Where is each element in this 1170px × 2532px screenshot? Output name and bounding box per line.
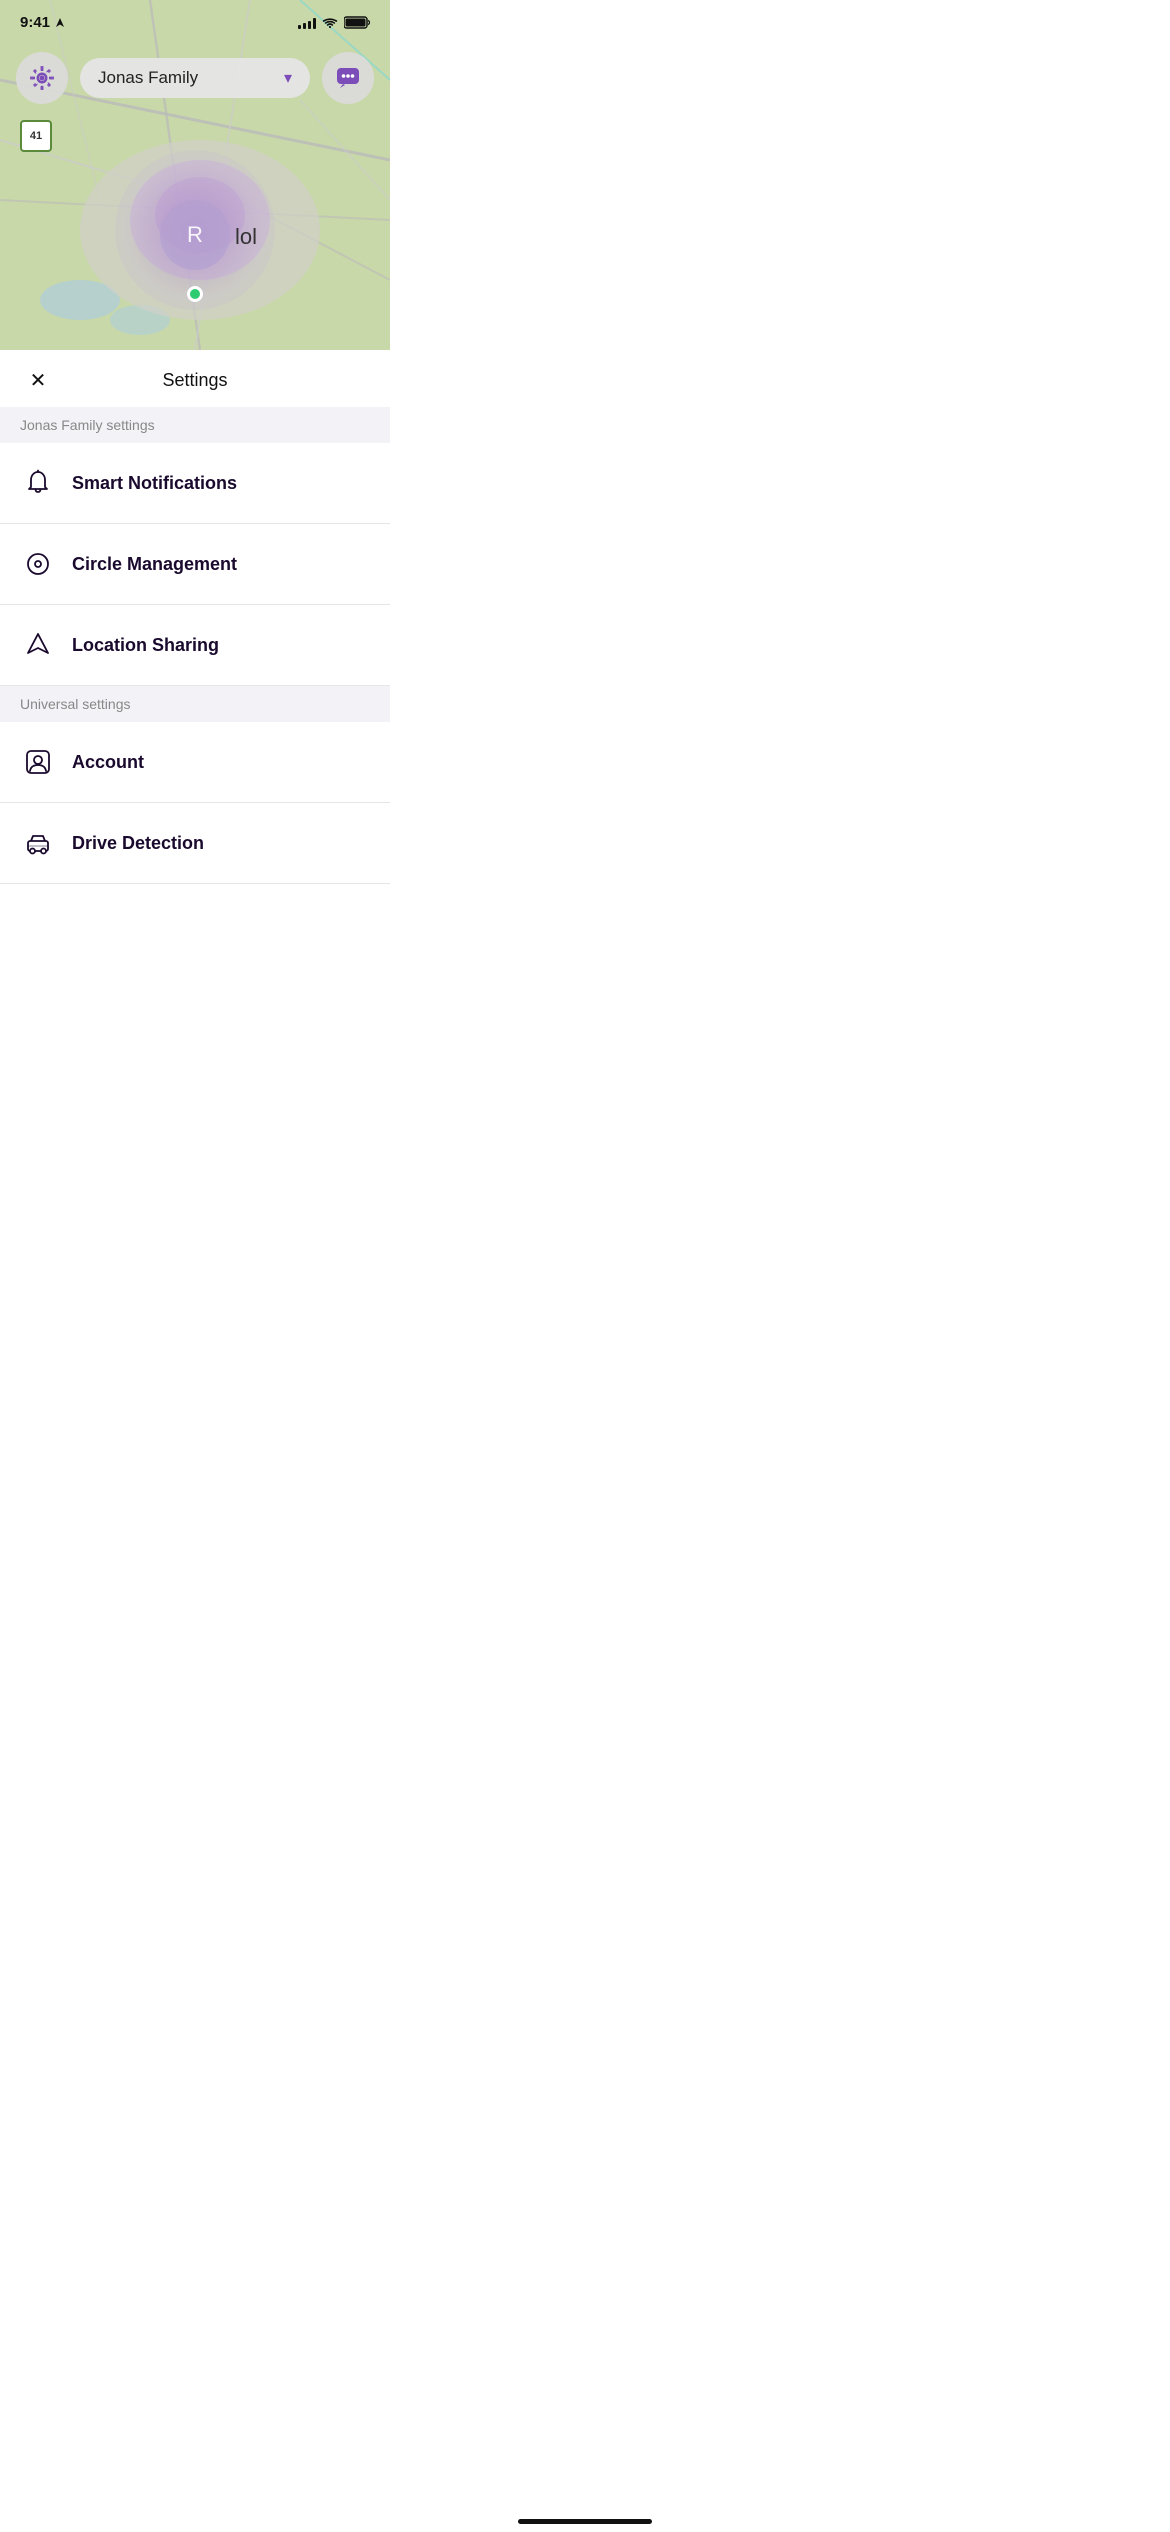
- drive-detection-label: Drive Detection: [72, 833, 204, 854]
- chat-button[interactable]: [322, 52, 374, 104]
- location-pin: [187, 286, 203, 302]
- map-location-label: lol: [235, 224, 257, 250]
- settings-panel: ✕ Settings Jonas Family settings Smart N…: [0, 350, 390, 924]
- settings-header: ✕ Settings: [0, 350, 390, 407]
- settings-title: Settings: [162, 370, 227, 391]
- status-bar: 9:41: [0, 0, 390, 37]
- wifi-icon: [322, 17, 338, 29]
- map-header: Jonas Family ▾: [0, 44, 390, 112]
- location-arrow-icon: [54, 17, 66, 29]
- chevron-down-icon: ▾: [284, 68, 292, 88]
- home-indicator: [518, 2519, 652, 2524]
- time-display: 9:41: [20, 14, 50, 31]
- settings-gear-button[interactable]: [16, 52, 68, 104]
- drive-detection-item[interactable]: Drive Detection: [0, 803, 390, 884]
- family-section-label: Jonas Family settings: [0, 407, 390, 443]
- navigation-icon: [20, 627, 56, 663]
- car-icon: [20, 825, 56, 861]
- bell-icon: [20, 465, 56, 501]
- universal-section-label: Universal settings: [0, 686, 390, 722]
- circle-management-item[interactable]: Circle Management: [0, 524, 390, 605]
- account-label: Account: [72, 752, 144, 773]
- circle-management-label: Circle Management: [72, 554, 237, 575]
- gear-icon: [29, 65, 55, 91]
- smart-notifications-label: Smart Notifications: [72, 473, 237, 494]
- map-area: Jonas Family ▾ 41 R lol: [0, 0, 390, 350]
- map-avatar: R: [160, 200, 230, 270]
- account-item[interactable]: Account: [0, 722, 390, 803]
- user-square-icon: [20, 744, 56, 780]
- chat-icon: [335, 65, 361, 91]
- close-button[interactable]: ✕: [20, 363, 56, 399]
- signal-icon: [298, 17, 316, 29]
- status-icons: [298, 16, 370, 29]
- smart-notifications-item[interactable]: Smart Notifications: [0, 443, 390, 524]
- circle-dot-icon: [20, 546, 56, 582]
- location-sharing-item[interactable]: Location Sharing: [0, 605, 390, 686]
- status-time: 9:41: [20, 14, 66, 31]
- battery-icon: [344, 16, 370, 29]
- location-sharing-label: Location Sharing: [72, 635, 219, 656]
- family-name-label: Jonas Family: [98, 68, 198, 88]
- road-badge: 41: [20, 120, 52, 152]
- family-selector-button[interactable]: Jonas Family ▾: [80, 58, 310, 98]
